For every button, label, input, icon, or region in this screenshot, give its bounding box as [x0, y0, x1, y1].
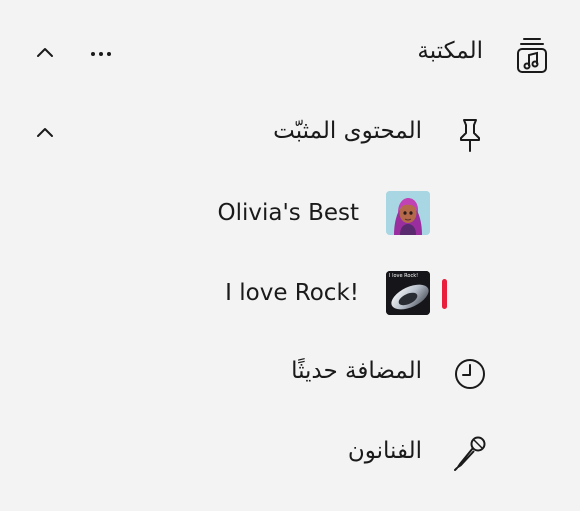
sidebar-recent-row[interactable]: المضافة حديثًا: [0, 348, 580, 398]
sidebar-pinned-row[interactable]: المحتوى المثبّت: [0, 110, 580, 158]
library-music-icon: [517, 38, 547, 73]
library-chevron-up-icon[interactable]: [34, 42, 56, 64]
library-label: المكتبة: [417, 38, 483, 64]
recent-label: المضافة حديثًا: [291, 358, 422, 384]
artists-label: الفنانون: [347, 438, 422, 464]
sidebar-artists-row[interactable]: الفنانون: [0, 428, 580, 478]
active-indicator: [442, 279, 447, 309]
pinned-chevron-up-icon[interactable]: [34, 122, 56, 144]
pinned-item-label: I love Rock!: [225, 280, 359, 306]
microphone-icon: [454, 436, 486, 471]
pinned-label: المحتوى المثبّت: [273, 118, 422, 144]
pin-icon: [460, 119, 480, 152]
pinned-item-label: Olivia's Best: [217, 200, 359, 226]
rock-playlist-thumbnail: I love Rock!: [386, 271, 430, 315]
olivia-avatar-thumbnail: [386, 191, 430, 235]
clock-icon: [455, 359, 485, 389]
rock-thumbnail-text: I love Rock!: [389, 273, 419, 279]
pinned-item-olivias-best[interactable]: Olivia's Best: [0, 188, 580, 238]
more-dots-icon[interactable]: [88, 44, 114, 64]
sidebar-library-row[interactable]: المكتبة: [0, 30, 580, 78]
pinned-item-i-love-rock[interactable]: I love Rock! I love Rock!: [0, 268, 580, 318]
